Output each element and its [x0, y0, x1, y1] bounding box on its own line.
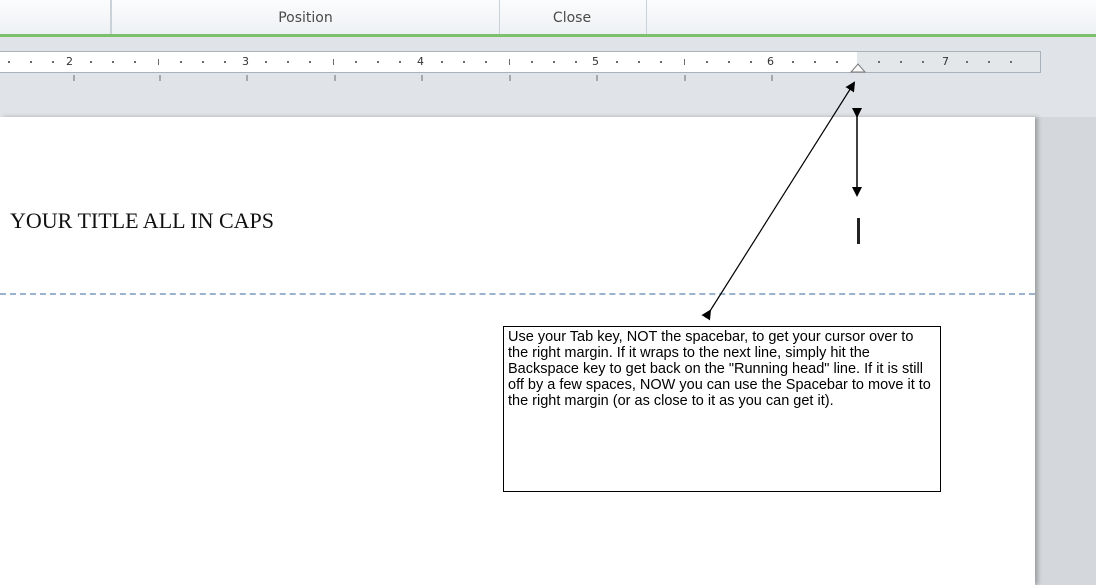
annotation-arrows [701, 81, 862, 321]
diagonal-double-arrow [701, 81, 856, 321]
